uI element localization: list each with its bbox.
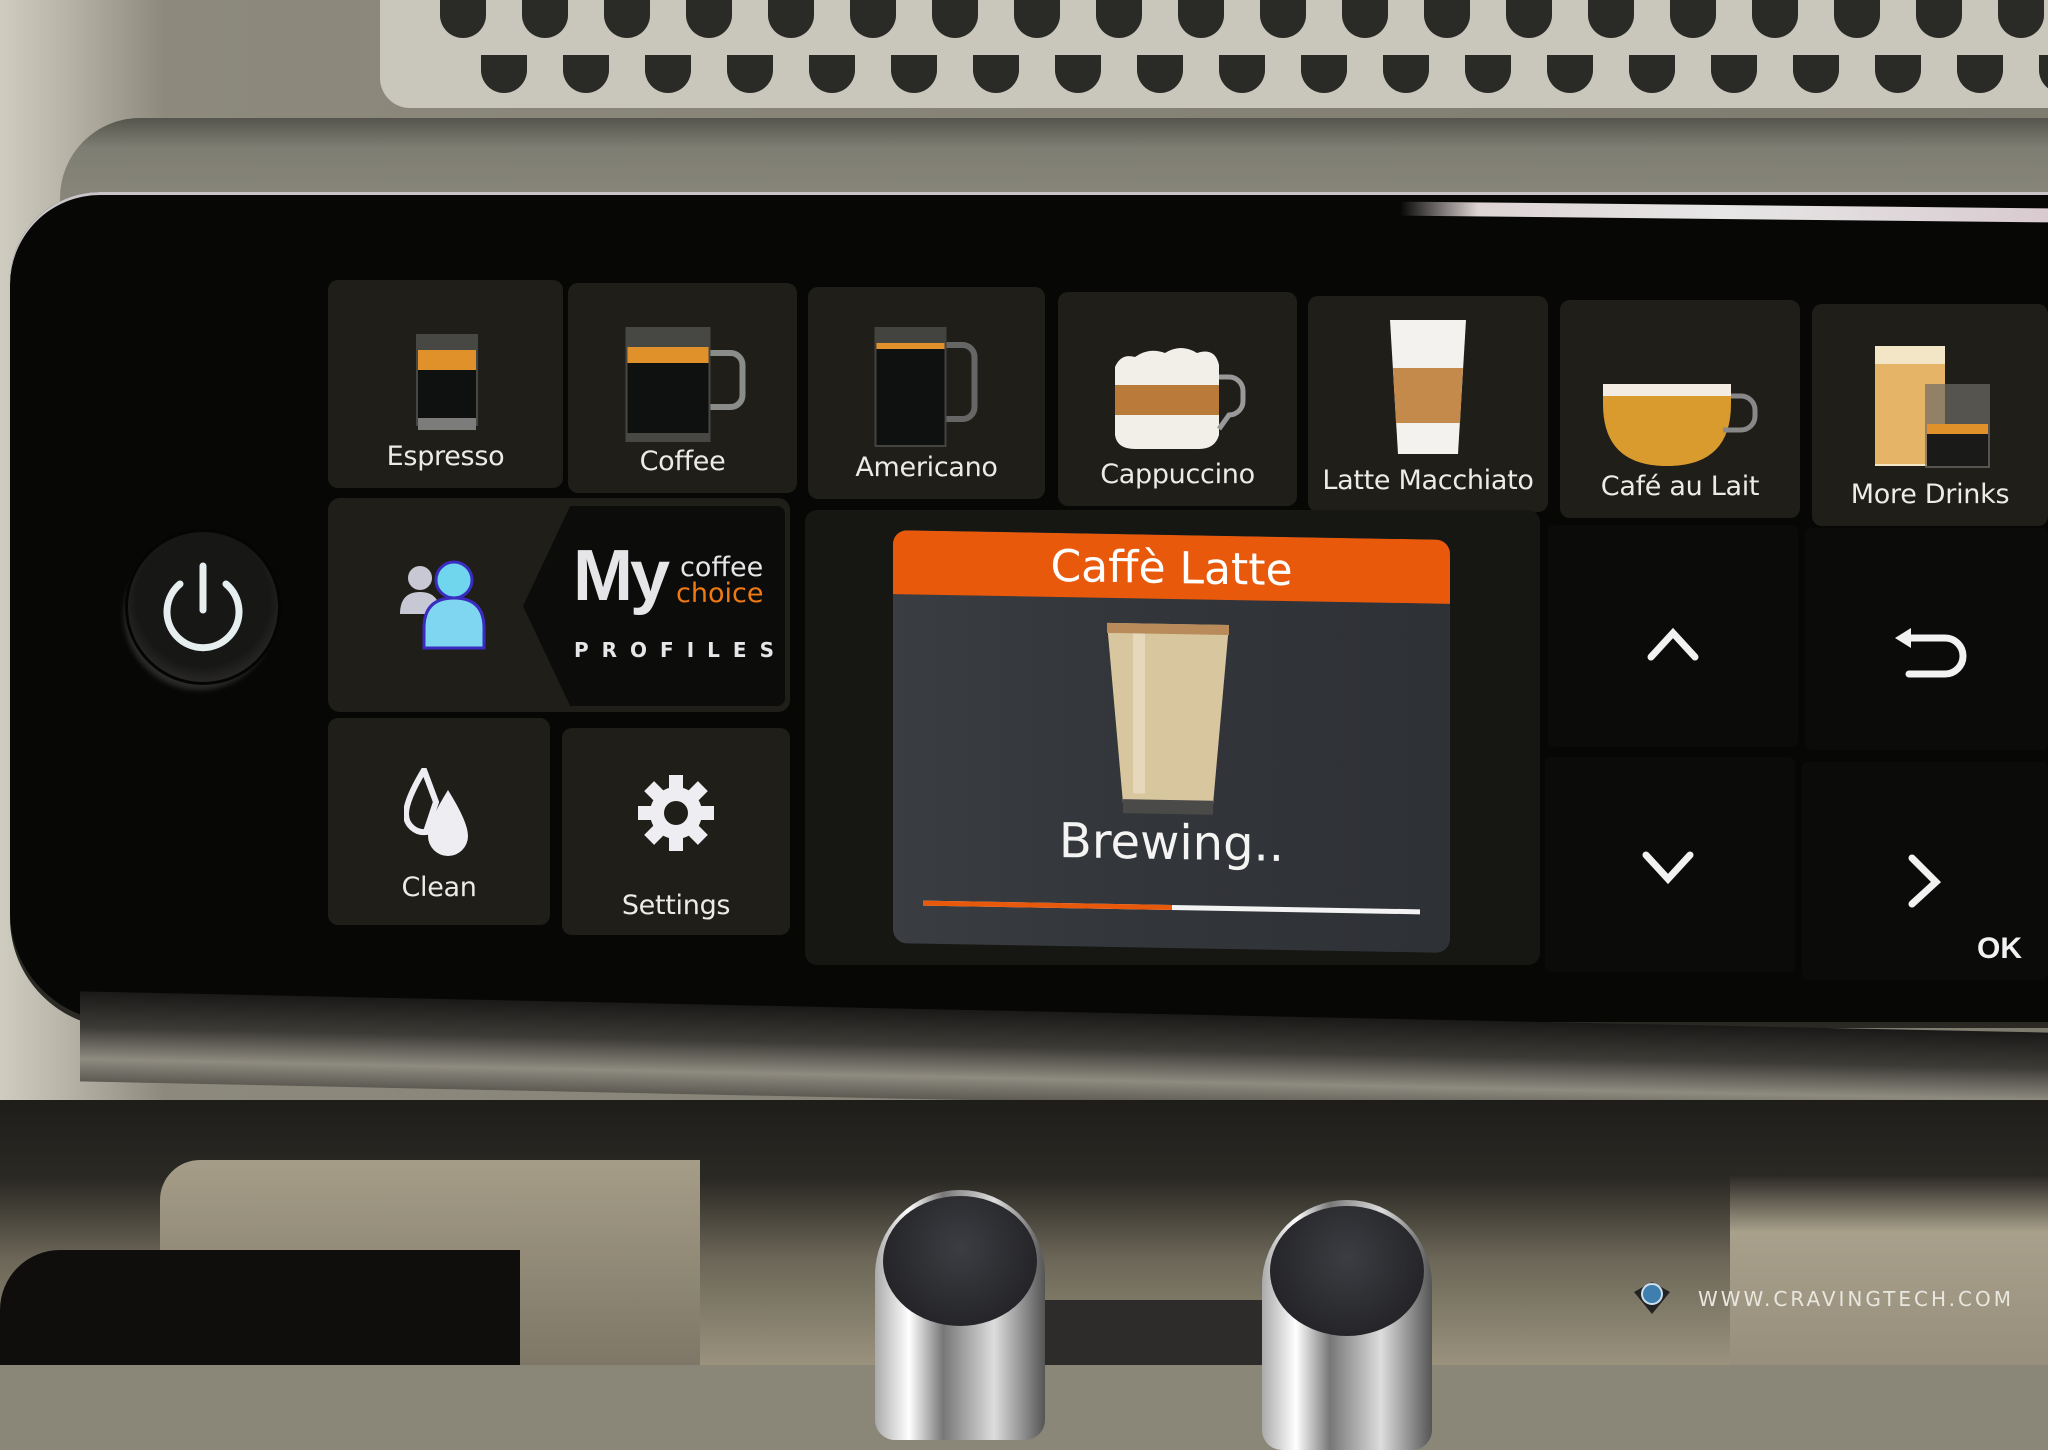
drink-tile-espresso[interactable]: Espresso bbox=[328, 280, 563, 488]
cravingtech-logo-icon bbox=[1634, 1282, 1670, 1314]
grill-hole bbox=[1752, 0, 1798, 38]
grill-hole bbox=[1383, 55, 1429, 93]
grill-hole bbox=[1793, 55, 1839, 93]
brewing-progress-bar bbox=[923, 900, 1420, 915]
coffee-mug-icon bbox=[625, 327, 745, 442]
ok-right-button[interactable]: OK bbox=[1802, 762, 2048, 980]
drip-grill bbox=[380, 0, 2048, 108]
grill-hole bbox=[1875, 55, 1921, 93]
americano-mug-icon bbox=[874, 327, 977, 447]
grill-hole bbox=[809, 55, 855, 93]
grill-hole bbox=[1137, 55, 1183, 93]
grill-hole bbox=[1670, 0, 1716, 38]
chevron-up-icon bbox=[1647, 627, 1699, 661]
grill-hole bbox=[1465, 55, 1511, 93]
drink-tile-coffee[interactable]: Coffee bbox=[568, 283, 797, 493]
my-coffee-choice-profiles-button[interactable]: My coffee choice PROFILES bbox=[328, 498, 790, 712]
watermark-text: WWW.CRAVINGTECH.COM bbox=[1698, 1287, 2014, 1311]
more-drinks-icon bbox=[1875, 346, 1990, 468]
profiles-text: PROFILES bbox=[574, 638, 787, 662]
grill-hole bbox=[604, 0, 650, 38]
water-drops-icon bbox=[404, 768, 468, 856]
grill-hole bbox=[973, 55, 1019, 93]
cafe-au-lait-cup-icon bbox=[1603, 384, 1758, 466]
power-button[interactable] bbox=[128, 532, 278, 682]
grill-hole bbox=[1096, 0, 1142, 38]
grill-hole bbox=[1588, 0, 1634, 38]
choice-text: choice bbox=[676, 578, 764, 609]
drink-label: Cappuccino bbox=[1100, 459, 1255, 490]
grill-hole bbox=[522, 0, 568, 38]
chevron-down-icon bbox=[1642, 851, 1694, 885]
grill-hole bbox=[850, 0, 896, 38]
drink-label: More Drinks bbox=[1850, 479, 2010, 510]
grill-hole bbox=[1916, 0, 1962, 38]
coffee-text: coffee bbox=[680, 552, 764, 583]
settings-label: Settings bbox=[621, 890, 731, 921]
caffe-latte-glass-icon bbox=[1107, 622, 1229, 815]
drink-label: Coffee bbox=[639, 446, 726, 477]
brewing-popup: Caffè Latte Brewing.. bbox=[893, 530, 1450, 953]
drink-label: Latte Macchiato bbox=[1322, 465, 1534, 496]
up-button[interactable] bbox=[1548, 525, 1798, 747]
popup-title: Caffè Latte bbox=[1050, 540, 1293, 597]
gear-icon bbox=[638, 775, 714, 851]
down-button[interactable] bbox=[1545, 757, 1795, 972]
grill-hole bbox=[932, 0, 978, 38]
grill-hole bbox=[1711, 55, 1757, 93]
popup-header: Caffè Latte bbox=[893, 530, 1450, 604]
grill-hole bbox=[2039, 55, 2048, 93]
grill-hole bbox=[1547, 55, 1593, 93]
grill-hole bbox=[1301, 55, 1347, 93]
cappuccino-cup-icon bbox=[1114, 348, 1245, 449]
grill-hole bbox=[686, 0, 732, 38]
grill-hole bbox=[1178, 0, 1224, 38]
grill-hole bbox=[481, 55, 527, 93]
drink-label: Espresso bbox=[386, 441, 505, 472]
back-arrow-icon bbox=[1895, 628, 1967, 678]
ok-label: OK bbox=[1977, 932, 2022, 965]
espresso-cup-icon bbox=[415, 334, 478, 430]
grill-hole bbox=[1506, 0, 1552, 38]
drink-tile-latte-macchiato[interactable]: Latte Macchiato bbox=[1308, 296, 1548, 512]
grill-hole bbox=[440, 0, 486, 38]
grill-hole bbox=[1834, 0, 1880, 38]
settings-button[interactable]: Settings bbox=[562, 728, 790, 935]
grill-hole bbox=[1998, 0, 2044, 38]
brewing-status: Brewing.. bbox=[1058, 813, 1285, 873]
back-button[interactable] bbox=[1805, 528, 2048, 750]
coffee-spout-right bbox=[1262, 1200, 1432, 1450]
drink-label: Café au Lait bbox=[1600, 471, 1760, 502]
drink-tile-americano[interactable]: Americano bbox=[808, 287, 1045, 499]
grill-hole bbox=[1342, 0, 1388, 38]
grill-hole bbox=[1957, 55, 2003, 93]
profiles-people-icon bbox=[400, 560, 486, 650]
machine-dark-area bbox=[0, 1250, 520, 1365]
grill-hole bbox=[1055, 55, 1101, 93]
drink-label: Americano bbox=[855, 452, 998, 483]
brewing-progress-fill bbox=[923, 900, 1172, 910]
grill-hole bbox=[1219, 55, 1265, 93]
grill-hole bbox=[1014, 0, 1060, 38]
grill-hole bbox=[563, 55, 609, 93]
drink-tile-cafe-au-lait[interactable]: Café au Lait bbox=[1560, 300, 1800, 518]
grill-hole bbox=[1629, 55, 1675, 93]
latte-macchiato-glass-icon bbox=[1390, 320, 1466, 454]
grill-hole bbox=[727, 55, 773, 93]
grill-hole bbox=[891, 55, 937, 93]
grill-hole bbox=[768, 0, 814, 38]
grill-hole bbox=[1260, 0, 1306, 38]
grill-hole bbox=[1424, 0, 1470, 38]
drink-tile-cappuccino[interactable]: Cappuccino bbox=[1058, 292, 1297, 506]
grill-hole bbox=[645, 55, 691, 93]
chevron-right-icon bbox=[1908, 854, 1942, 908]
clean-button[interactable]: Clean bbox=[328, 718, 550, 925]
machine-right-block bbox=[1730, 1175, 2048, 1365]
coffee-spout-left bbox=[875, 1190, 1045, 1440]
my-text: My bbox=[573, 536, 670, 616]
power-icon bbox=[163, 562, 243, 652]
clean-label: Clean bbox=[401, 872, 477, 903]
drink-tile-more-drinks[interactable]: More Drinks bbox=[1812, 304, 2048, 526]
